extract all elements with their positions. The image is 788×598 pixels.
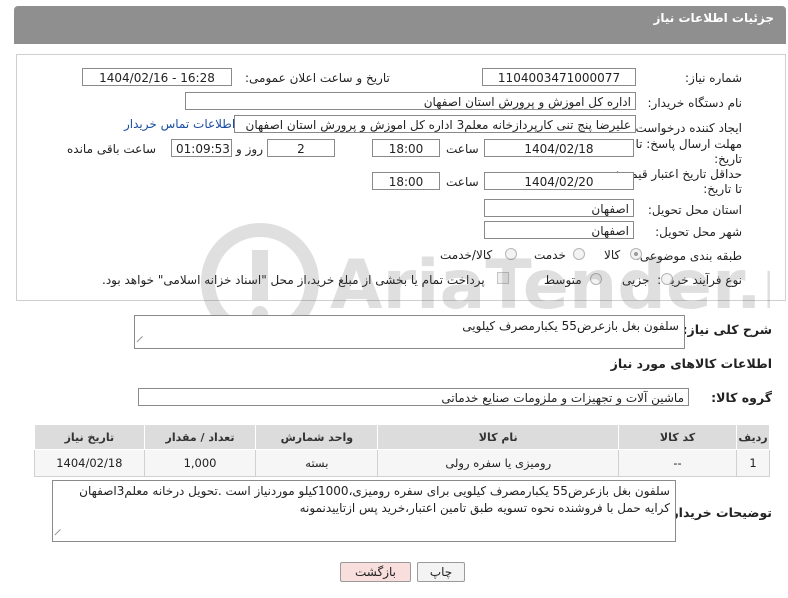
resize-grip-icon[interactable]: [136, 335, 149, 349]
buyer-notes-text: سلفون بغل بازعرض55 یکبارمصرف کیلویی برای…: [79, 484, 670, 515]
cell-code: --: [618, 449, 737, 477]
process-option-minor: جزیی: [622, 273, 650, 287]
validity-label-line2: تا تاریخ:: [703, 182, 742, 196]
goods-group-label: گروه کالا:: [711, 390, 772, 405]
cell-row: 1: [735, 449, 771, 477]
category-option-goods-service: کالا/خدمت: [440, 248, 493, 262]
back-button[interactable]: بازگشت: [340, 562, 411, 582]
col-name: نام کالا: [377, 424, 620, 450]
process-radio-minor[interactable]: [661, 273, 673, 285]
category-option-service: خدمت: [534, 248, 566, 262]
cell-quantity: 1,000: [143, 449, 257, 477]
treasury-payment-checkbox[interactable]: [497, 272, 509, 284]
need-number-label: شماره نیاز:: [685, 71, 742, 85]
city-label: شهر محل تحویل:: [655, 225, 742, 239]
deadline-label-line1: مهلت ارسال پاسخ: تا: [635, 137, 742, 151]
announce-date-field[interactable]: 1404/02/16 - 16:28: [82, 68, 232, 86]
col-code: کد کالا: [618, 424, 737, 450]
process-option-medium: متوسط: [544, 273, 582, 287]
goods-table: ردیف کد کالا نام کالا واحد شمارش تعداد /…: [34, 424, 771, 477]
deadline-time-label: ساعت: [446, 142, 479, 156]
cell-need-date: 1404/02/18: [34, 449, 145, 477]
remaining-time-label: ساعت باقی مانده: [67, 142, 157, 156]
category-radio-goods[interactable]: [630, 248, 642, 260]
validity-time-label: ساعت: [446, 175, 479, 189]
deadline-label-line2: تاریخ:: [714, 152, 742, 166]
description-textarea[interactable]: سلفون بغل بازعرض55 یکبارمصرف کیلویی: [134, 315, 685, 349]
category-radio-goods-service[interactable]: [505, 248, 517, 260]
province-label: استان محل تحویل:: [647, 203, 742, 217]
col-row: ردیف: [735, 424, 771, 450]
deadline-date-field[interactable]: 1404/02/18: [484, 139, 634, 157]
cell-unit: بسته: [255, 449, 379, 477]
city-field[interactable]: اصفهان: [484, 221, 634, 239]
table-row[interactable]: 1 -- رومیزی یا سفره رولی بسته 1,000 1404…: [34, 449, 771, 477]
buyer-org-label: نام دستگاه خریدار:: [647, 96, 743, 110]
description-label: شرح کلی نیاز:: [682, 322, 772, 337]
buyer-org-field[interactable]: اداره کل اموزش و پرورش استان اصفهان: [185, 92, 636, 110]
col-unit: واحد شمارش: [255, 424, 379, 450]
page-title: جزئیات اطلاعات نیاز: [653, 11, 774, 25]
col-need-date: تاریخ نیاز: [34, 424, 145, 450]
deadline-time-field[interactable]: 18:00: [372, 139, 440, 157]
validity-time-field[interactable]: 18:00: [372, 172, 440, 190]
treasury-payment-note: پرداخت تمام یا بخشی از مبلغ خرید،از محل …: [102, 273, 485, 287]
announce-date-label: تاریخ و ساعت اعلان عمومی:: [245, 71, 390, 85]
need-number-field[interactable]: 1104003471000077: [482, 68, 636, 86]
days-label: روز و: [236, 142, 263, 156]
remaining-time-field[interactable]: 01:09:53: [171, 139, 232, 157]
category-label: طبقه بندی موضوعی:: [635, 249, 742, 263]
goods-group-field[interactable]: ماشین آلات و تجهیزات و ملزومات صنایع خدم…: [138, 388, 689, 406]
requester-field[interactable]: علیرضا پنج تنی کارپردازخانه معلم3 اداره …: [234, 115, 636, 133]
validity-label-line1: حداقل تاریخ اعتبار قیمت:: [615, 167, 742, 181]
days-remaining-field[interactable]: 2: [267, 139, 335, 157]
buyer-contact-link[interactable]: اطلاعات تماس خریدار: [124, 117, 235, 131]
validity-date-field[interactable]: 1404/02/20: [484, 172, 634, 190]
province-field[interactable]: اصفهان: [484, 199, 634, 217]
goods-section-title: اطلاعات کالاهای مورد نیاز: [610, 356, 772, 371]
category-radio-service[interactable]: [573, 248, 585, 260]
process-radio-medium[interactable]: [590, 273, 602, 285]
description-text: سلفون بغل بازعرض55 یکبارمصرف کیلویی: [462, 319, 679, 333]
requester-label: ایجاد کننده درخواست:: [631, 121, 742, 135]
col-quantity: تعداد / مقدار: [143, 424, 257, 450]
cell-name: رومیزی یا سفره رولی: [377, 449, 620, 477]
resize-grip-icon[interactable]: [54, 528, 67, 542]
buyer-notes-label: توضیحات خریدار:: [666, 505, 772, 520]
buyer-notes-textarea[interactable]: سلفون بغل بازعرض55 یکبارمصرف کیلویی برای…: [52, 480, 676, 542]
category-option-goods: کالا: [604, 248, 621, 262]
print-button[interactable]: چاپ: [417, 562, 465, 582]
goods-table-header: ردیف کد کالا نام کالا واحد شمارش تعداد /…: [34, 424, 771, 450]
